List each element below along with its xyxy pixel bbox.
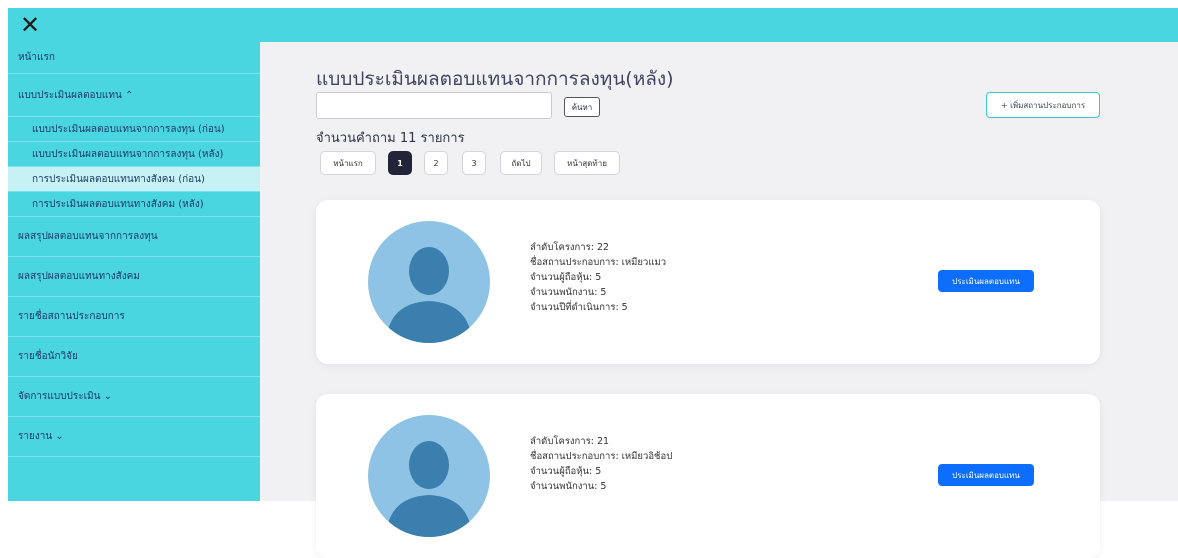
employee-count: จำนวนพนักงาน: 5	[530, 287, 607, 298]
evaluate-button[interactable]: ประเมินผลตอบแทน	[938, 464, 1034, 486]
project-number: ลำดับโครงการ: 22	[530, 242, 610, 253]
evaluate-button[interactable]: ประเมินผลตอบแทน	[938, 270, 1034, 292]
avatar	[368, 415, 490, 537]
close-icon[interactable]: ✕	[20, 10, 40, 40]
sidebar-item-roi-after[interactable]: แบบประเมินผลตอบแทนจากการลงทุน (หลัง)	[8, 142, 260, 167]
top-bar: ✕	[8, 8, 1178, 42]
sidebar-item-evaluation-menu[interactable]: แบบประเมินผลตอบแทน ⌃	[8, 74, 260, 117]
sidebar-item-roi-before[interactable]: แบบประเมินผลตอบแทนจากการลงทุน (ก่อน)	[8, 117, 260, 142]
company-card: ลำดับโครงการ: 21 ชื่อสถานประกอบการ: เหมี…	[316, 394, 1100, 558]
shareholder-count: จำนวนผู้ถือหุ้น: 5	[530, 272, 602, 283]
company-info: ลำดับโครงการ: 21 ชื่อสถานประกอบการ: เหมี…	[530, 434, 672, 494]
page-last-button[interactable]: หน้าสุดท้าย	[554, 151, 620, 175]
shareholder-count: จำนวนผู้ถือหุ้น: 5	[530, 466, 602, 477]
sidebar-item-sroi-after[interactable]: การประเมินผลตอบแทนทางสังคม (หลัง)	[8, 192, 260, 217]
page-title: แบบประเมินผลตอบแทนจากการลงทุน(หลัง)	[316, 68, 674, 90]
company-name: ชื่อสถานประกอบการ: เหมียวอิช้อป	[530, 451, 673, 462]
sidebar: หน้าแรก แบบประเมินผลตอบแทน ⌃ แบบประเมินผ…	[8, 42, 260, 501]
search-input[interactable]	[316, 92, 552, 119]
search-button[interactable]: ค้นหา	[564, 97, 600, 117]
add-company-button[interactable]: + เพิ่มสถานประกอบการ	[986, 92, 1100, 118]
page-first-button[interactable]: หน้าแรก	[320, 151, 376, 175]
page-3-button[interactable]: 3	[462, 151, 486, 175]
avatar	[368, 221, 490, 343]
sidebar-item-researchers[interactable]: รายชื่อนักวิจัย	[8, 337, 260, 377]
page-next-button[interactable]: ถัดไป	[500, 151, 542, 175]
sidebar-item-manage-forms[interactable]: จัดการแบบประเมิน ⌄	[8, 377, 260, 417]
sidebar-item-sroi-summary[interactable]: ผลสรุปผลตอบแทนทางสังคม	[8, 257, 260, 297]
sidebar-item-roi-summary[interactable]: ผลสรุปผลตอบแทนจากการลงทุน	[8, 217, 260, 257]
project-number: ลำดับโครงการ: 21	[530, 436, 610, 447]
question-count: จำนวนคำถาม 11 รายการ	[316, 131, 465, 146]
company-info: ลำดับโครงการ: 22 ชื่อสถานประกอบการ: เหมี…	[530, 240, 666, 315]
employee-count: จำนวนพนักงาน: 5	[530, 481, 607, 492]
main-content: แบบประเมินผลตอบแทนจากการลงทุน(หลัง) ค้นห…	[260, 42, 1178, 558]
sidebar-item-reports[interactable]: รายงาน ⌄	[8, 417, 260, 457]
years-operating: จำนวนปีที่ดำเนินการ: 5	[530, 302, 628, 313]
page-1-button[interactable]: 1	[388, 151, 412, 175]
sidebar-item-sroi-before[interactable]: การประเมินผลตอบแทนทางสังคม (ก่อน)	[8, 167, 260, 192]
company-card: ลำดับโครงการ: 22 ชื่อสถานประกอบการ: เหมี…	[316, 200, 1100, 364]
page-2-button[interactable]: 2	[424, 151, 448, 175]
sidebar-item-companies[interactable]: รายชื่อสถานประกอบการ	[8, 297, 260, 337]
sidebar-item-home[interactable]: หน้าแรก	[8, 42, 260, 74]
company-name: ชื่อสถานประกอบการ: เหมียวแมว	[530, 257, 667, 268]
